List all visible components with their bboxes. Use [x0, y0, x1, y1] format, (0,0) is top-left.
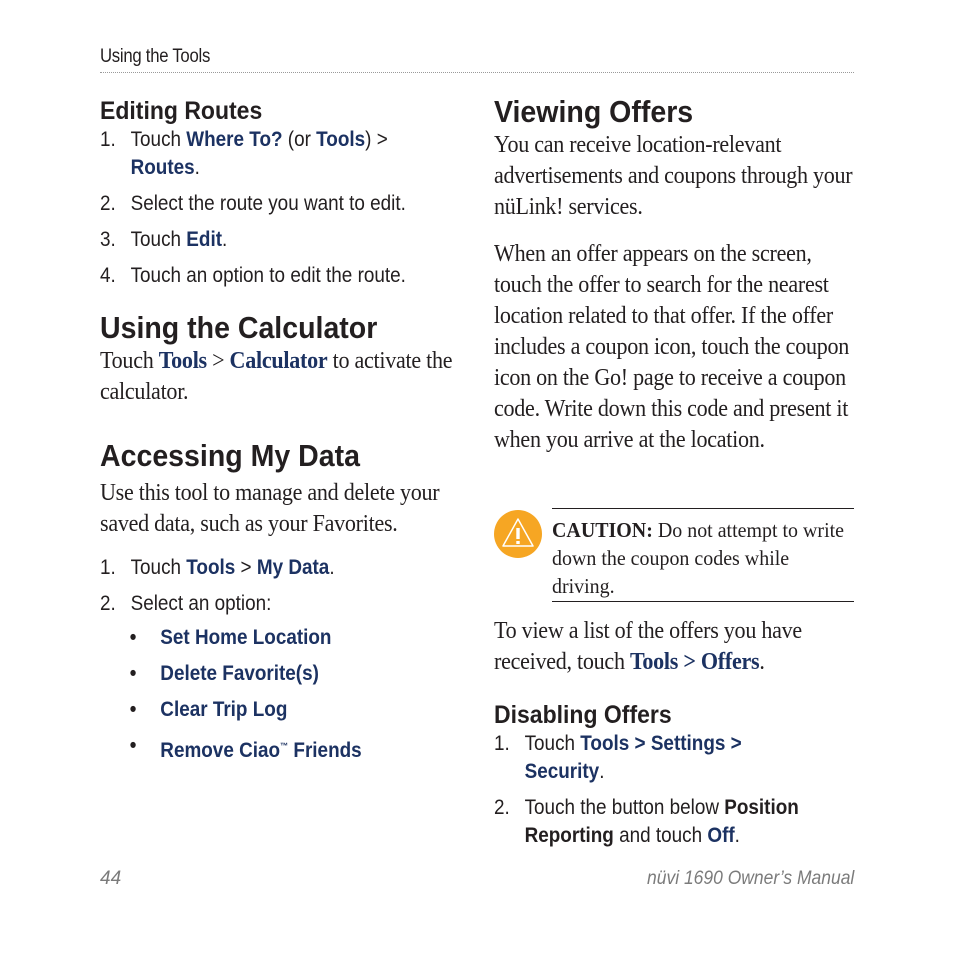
disabling-offers-heading: Disabling Offers	[494, 701, 672, 729]
page-number: 44	[100, 868, 122, 889]
viewing-offers-heading: Viewing Offers	[494, 94, 694, 129]
edit-link: Edit	[186, 228, 222, 251]
calculator-text: Touch Tools > Calculator to activate the…	[100, 348, 453, 405]
my-data-intro: Use this tool to manage and delete your …	[100, 480, 440, 537]
my-data-options: • Set Home Location • Delete Favorite(s) •…	[100, 620, 465, 769]
viewing-offers-para1: You can receive location-relevant advert…	[494, 132, 853, 220]
list-item: 2. Select the route you want to edit.	[100, 192, 406, 215]
list-item: 4. Touch an option to edit the route.	[100, 264, 406, 287]
caution-warning-icon	[494, 510, 542, 558]
list-item: 2. Select an option:	[100, 592, 272, 615]
caution-label: CAUTION:	[552, 518, 653, 542]
right-column: Viewing Offers You can receive location-…	[494, 94, 854, 456]
trademark-symbol: ™	[280, 741, 289, 751]
tools-offers-link: Tools > Offers	[629, 649, 760, 675]
list-item: 2. Touch the button below Position Repor…	[494, 796, 799, 847]
option-set-home-location: • Set Home Location	[100, 620, 429, 656]
tools-link: Tools	[316, 128, 366, 151]
option-remove-ciao-friends: • Remove Ciao™ Friends	[100, 728, 429, 769]
bullet-icon: •	[129, 734, 137, 757]
list-item: 1. Touch Tools > Settings > Security.	[494, 732, 742, 783]
list-item: 3. Touch Edit.	[100, 228, 228, 251]
offers-list-block: To view a list of the offers you have re…	[494, 616, 854, 850]
where-to-link: Where To?	[186, 128, 283, 151]
manual-title: nüvi 1690 Owner’s Manual	[646, 868, 854, 889]
option-clear-trip-log: • Clear Trip Log	[100, 692, 429, 728]
calculator-heading: Using the Calculator	[100, 310, 378, 345]
caution-notice: CAUTION: Do not attempt to write down th…	[494, 508, 854, 602]
option-delete-favorites: • Delete Favorite(s)	[100, 656, 429, 692]
list-item: 1. Touch Where To? (or Tools) > Routes.	[100, 128, 388, 179]
my-data-heading: Accessing My Data	[100, 438, 360, 473]
running-head: Using the Tools	[100, 46, 211, 67]
header-rule	[100, 72, 854, 73]
disabling-offers-steps: 1. Touch Tools > Settings > Security. 2. …	[494, 730, 854, 850]
caution-text: CAUTION: Do not attempt to write down th…	[552, 518, 845, 598]
viewing-offers-para2: When an offer appears on the screen, tou…	[494, 241, 850, 453]
bullet-icon: •	[129, 626, 137, 649]
list-item: 1. Touch Tools > My Data.	[100, 556, 335, 579]
left-column: Editing Routes 1. Touch Where To? (or To…	[100, 96, 465, 769]
bullet-icon: •	[129, 698, 137, 721]
my-data-steps: 1. Touch Tools > My Data. 2. Select an o…	[100, 554, 465, 618]
editing-routes-heading: Editing Routes	[100, 97, 263, 125]
view-offers-text: To view a list of the offers you have re…	[494, 618, 802, 675]
editing-routes-steps: 1. Touch Where To? (or Tools) > Routes. 2…	[100, 126, 465, 290]
routes-link: Routes	[130, 156, 195, 179]
bullet-icon: •	[129, 662, 137, 685]
